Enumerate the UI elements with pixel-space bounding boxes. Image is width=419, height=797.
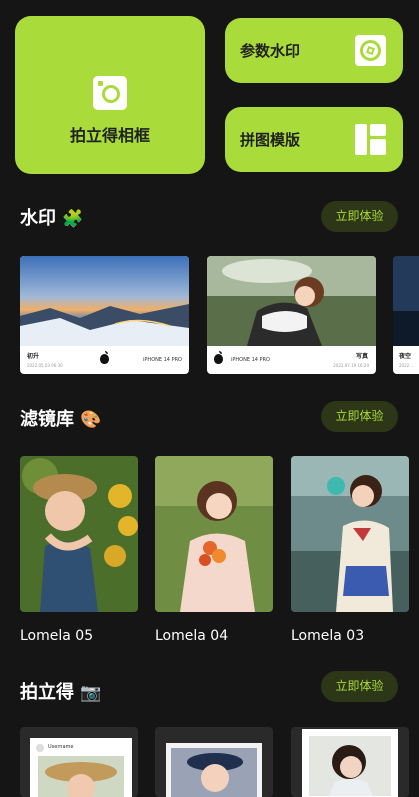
watermark-footer: 夜空 2022... (393, 346, 419, 374)
puzzle-icon: 🧩 (62, 209, 84, 229)
watermark-device: iPHONE 14 PRO (143, 357, 182, 363)
param-watermark-label: 参数水印 (240, 42, 301, 60)
watermark-card[interactable]: 夜空 2022... (393, 256, 419, 374)
camera-icon (93, 76, 127, 110)
instant-photo (309, 736, 391, 796)
watermark-card[interactable]: 初升 2022.05.03 06:30 iPHONE 14 PRO (20, 256, 189, 374)
param-watermark-tile[interactable]: 参数水印 (225, 18, 403, 83)
watermark-date: 2022.05.03 06:30 (27, 363, 63, 368)
watermark-title: 夜空 (399, 353, 412, 360)
instant-frame-tile[interactable]: 拍立得相框 (15, 16, 205, 174)
section-title-instant: 拍立得 📷 (20, 678, 101, 704)
aperture-icon (355, 35, 386, 66)
watermark-try-button[interactable]: 立即体验 (321, 201, 398, 232)
filter-name: Lomela 03 (291, 628, 365, 644)
instant-frame (166, 743, 262, 797)
instant-frame: Username (30, 738, 132, 797)
filters-try-button[interactable]: 立即体验 (321, 401, 398, 432)
section-title-filters-text: 滤镜库 (20, 409, 74, 430)
section-title-instant-text: 拍立得 (20, 682, 74, 703)
filter-card[interactable] (291, 456, 409, 612)
filter-photo-garden (155, 456, 273, 612)
collage-template-label: 拼图模版 (240, 131, 301, 149)
filter-name: Lomela 05 (20, 628, 94, 644)
night-sky-photo (393, 256, 419, 346)
section-title-watermark: 水印 🧩 (20, 204, 83, 230)
watermark-footer: 初升 2022.05.03 06:30 iPHONE 14 PRO (20, 346, 189, 374)
watermark-footer: iPHONE 14 PRO 写真 2022.07.19 16:24 (207, 346, 376, 374)
filter-card[interactable] (155, 456, 273, 612)
filter-photo-seaside (291, 456, 409, 612)
avatar (36, 744, 44, 752)
collage-template-tile[interactable]: 拼图模版 (225, 107, 403, 172)
instant-username: Username (48, 744, 74, 750)
instant-card[interactable] (155, 727, 273, 797)
filter-name: Lomela 04 (155, 628, 229, 644)
instant-card[interactable] (291, 727, 409, 797)
instant-frame (302, 729, 398, 797)
apple-logo-icon (214, 351, 223, 364)
section-title-filters: 滤镜库 🎨 (20, 405, 101, 431)
filter-photo-sunflower (20, 456, 138, 612)
instant-photo (171, 748, 257, 797)
watermark-device: iPHONE 14 PRO (231, 357, 270, 363)
filter-card[interactable] (20, 456, 138, 612)
watermark-card[interactable]: iPHONE 14 PRO 写真 2022.07.19 16:24 (207, 256, 376, 374)
watermark-title: 初升 (27, 353, 40, 360)
coast-sunset-photo (20, 256, 189, 346)
watermark-date: 2022... (399, 363, 413, 368)
camera-emoji-icon: 📷 (80, 683, 102, 703)
instant-card[interactable]: Username (20, 727, 138, 797)
instant-photo (38, 756, 124, 797)
watermark-title: 写真 (355, 353, 368, 360)
watermark-date: 2022.07.19 16:24 (333, 363, 369, 368)
layout-icon (355, 124, 386, 155)
instant-frame-label: 拍立得相框 (69, 126, 150, 145)
portrait-photo (207, 256, 376, 346)
palette-icon: 🎨 (80, 410, 102, 430)
apple-logo-icon (100, 351, 109, 364)
instant-try-button[interactable]: 立即体验 (321, 671, 398, 702)
section-title-watermark-text: 水印 (20, 208, 56, 229)
